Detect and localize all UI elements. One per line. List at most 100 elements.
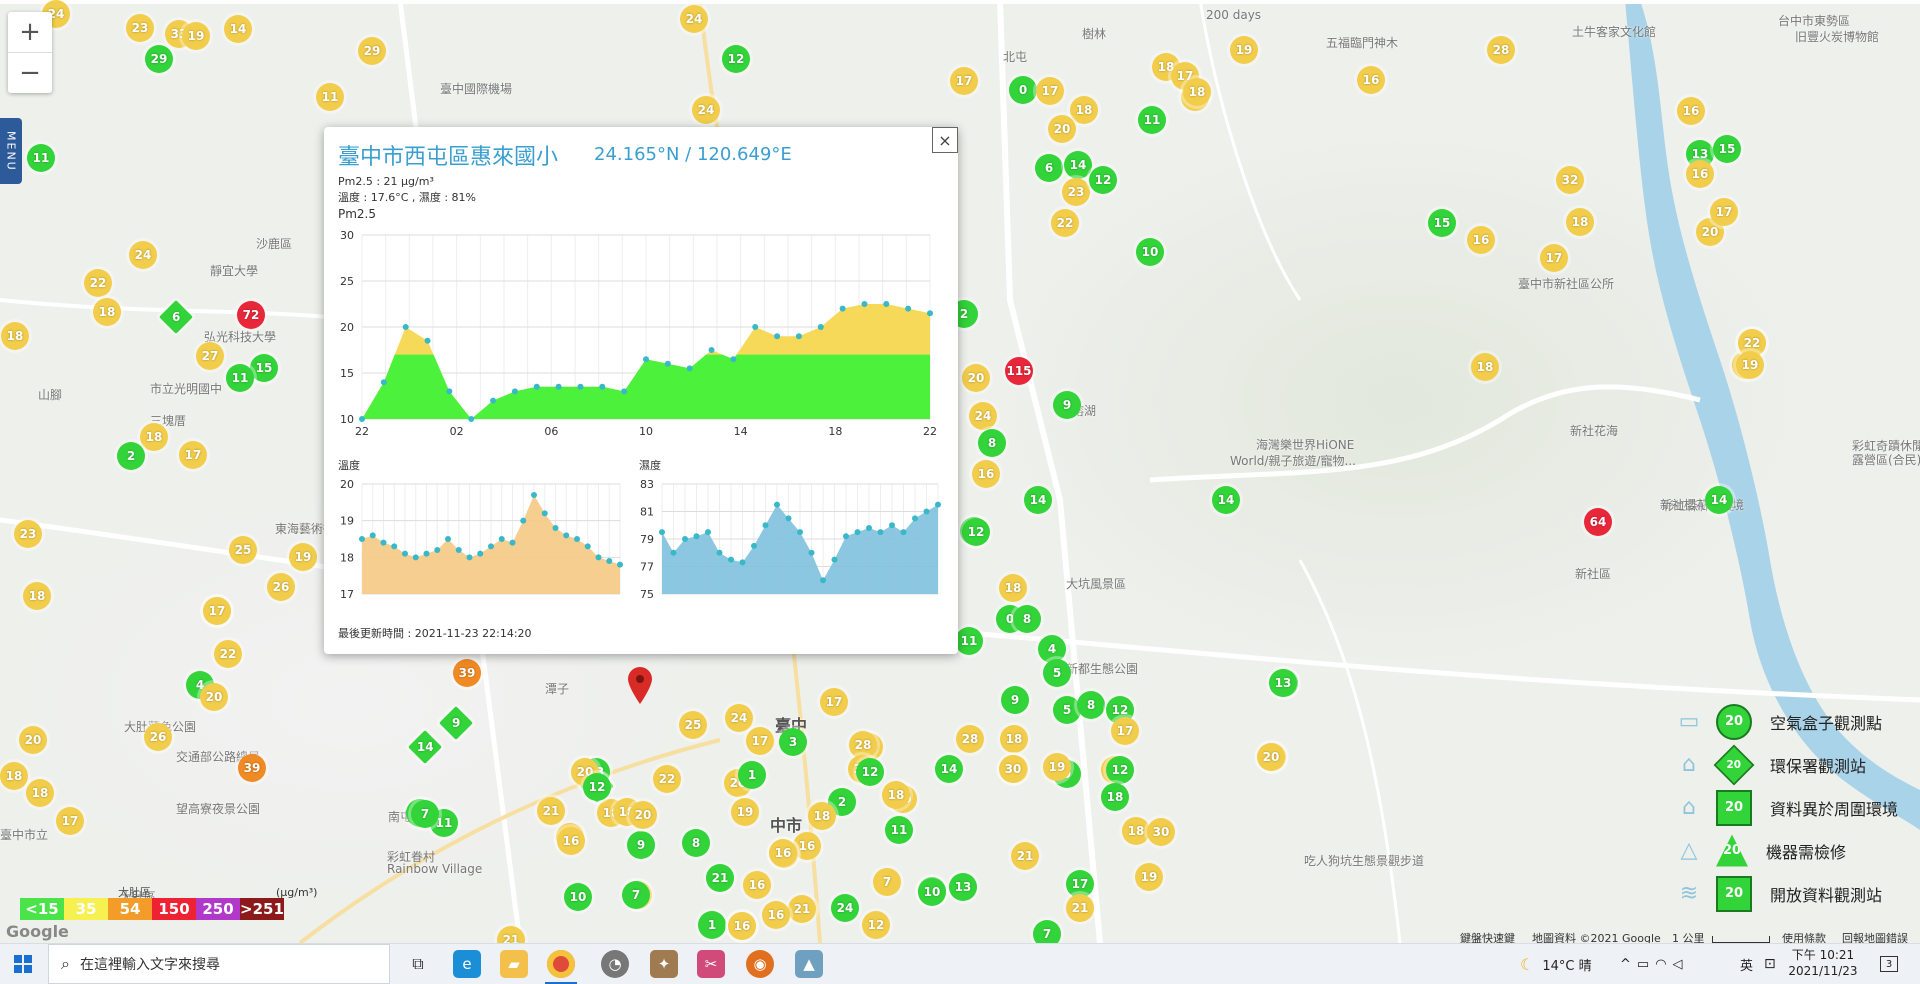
station-marker[interactable]: 26 bbox=[267, 573, 295, 601]
station-marker[interactable]: 16 bbox=[1677, 97, 1705, 125]
station-marker[interactable]: 8 bbox=[1077, 691, 1105, 719]
station-marker[interactable]: 24 bbox=[969, 402, 997, 430]
zoom-out-button[interactable]: − bbox=[8, 52, 52, 93]
station-marker[interactable]: 18 bbox=[1000, 725, 1028, 753]
station-marker[interactable]: 16 bbox=[762, 901, 790, 929]
station-marker[interactable]: 18 bbox=[26, 779, 54, 807]
station-marker[interactable]: 39 bbox=[238, 754, 266, 782]
station-marker[interactable]: 12 bbox=[856, 758, 884, 786]
station-marker[interactable]: 24 bbox=[680, 5, 708, 33]
station-marker[interactable]: 20 bbox=[1257, 743, 1285, 771]
station-marker[interactable]: 18 bbox=[1471, 353, 1499, 381]
station-marker[interactable]: 18 bbox=[140, 423, 168, 451]
station-marker[interactable]: 11 bbox=[27, 144, 55, 172]
app-icon-3[interactable]: ✂ bbox=[697, 950, 725, 978]
station-marker[interactable]: 11 bbox=[1138, 106, 1166, 134]
station-marker[interactable]: 24 bbox=[725, 704, 753, 732]
station-marker[interactable]: 23 bbox=[1062, 178, 1090, 206]
station-marker[interactable]: 29 bbox=[145, 45, 173, 73]
station-marker[interactable]: 14 bbox=[935, 755, 963, 783]
station-marker[interactable]: 2 bbox=[117, 442, 145, 470]
station-marker[interactable]: 8 bbox=[682, 829, 710, 857]
station-marker[interactable]: 32 bbox=[1556, 166, 1584, 194]
system-tray-icons[interactable]: ^ ▭ ◠ ◁ bbox=[1620, 944, 1689, 984]
station-marker[interactable]: 15 bbox=[1713, 135, 1741, 163]
file-explorer-icon[interactable]: ▰ bbox=[500, 950, 528, 978]
station-marker[interactable]: 17 bbox=[1540, 244, 1568, 272]
map-area[interactable]: 臺中國際機場沙鹿區靜宜大學弘光科技大學市立光明國中三塊厝山腳東海藝術街大肚區大肚… bbox=[0, 0, 1920, 943]
station-marker[interactable]: 9 bbox=[1001, 686, 1029, 714]
report-error-link[interactable]: 回報地圖錯誤 bbox=[1842, 930, 1908, 943]
station-marker[interactable]: 14 bbox=[1705, 486, 1733, 514]
station-marker[interactable]: 12 bbox=[1106, 756, 1134, 784]
station-marker[interactable]: 13 bbox=[1269, 669, 1297, 697]
station-marker[interactable]: 18 bbox=[1070, 96, 1098, 124]
station-marker[interactable]: 16 bbox=[1467, 226, 1495, 254]
station-marker[interactable]: 18 bbox=[1183, 78, 1211, 106]
station-marker[interactable]: 15 bbox=[1428, 209, 1456, 237]
station-marker[interactable]: 1 bbox=[738, 761, 766, 789]
station-marker[interactable]: 11 bbox=[316, 83, 344, 111]
station-marker[interactable]: 0 bbox=[1009, 76, 1037, 104]
station-marker[interactable]: 9 bbox=[1053, 391, 1081, 419]
ime-indicator[interactable]: 英 bbox=[1740, 944, 1753, 984]
station-marker[interactable]: 14 bbox=[1064, 151, 1092, 179]
menu-tab[interactable]: MENU bbox=[0, 118, 22, 184]
station-marker[interactable]: 3 bbox=[779, 728, 807, 756]
taskbar-clock[interactable]: 下午 10:21 2021/11/23 bbox=[1788, 947, 1858, 979]
station-marker[interactable]: 17 bbox=[950, 67, 978, 95]
station-marker[interactable]: 8 bbox=[978, 429, 1006, 457]
terms-link[interactable]: 使用條款 bbox=[1782, 930, 1826, 943]
app-icon-4[interactable]: ▲ bbox=[795, 950, 823, 978]
station-marker[interactable]: 6 bbox=[1035, 154, 1063, 182]
station-marker[interactable]: 8 bbox=[1013, 605, 1041, 633]
station-marker[interactable]: 17 bbox=[1036, 77, 1064, 105]
station-marker[interactable]: 10 bbox=[564, 883, 592, 911]
station-marker[interactable]: 29 bbox=[358, 37, 386, 65]
station-marker[interactable]: 14 bbox=[224, 15, 252, 43]
station-marker[interactable]: 21 bbox=[788, 895, 816, 923]
station-marker[interactable]: 7 bbox=[873, 868, 901, 896]
station-marker[interactable]: 13 bbox=[949, 873, 977, 901]
station-marker[interactable]: 21 bbox=[537, 797, 565, 825]
station-marker[interactable]: 18 bbox=[1122, 817, 1150, 845]
station-marker[interactable]: 20 bbox=[629, 801, 657, 829]
station-marker[interactable]: 18 bbox=[0, 762, 28, 790]
station-marker[interactable]: 10 bbox=[1136, 238, 1164, 266]
station-marker[interactable]: 7 bbox=[622, 881, 650, 909]
station-marker[interactable]: 24 bbox=[129, 241, 157, 269]
taskbar-search-box[interactable]: ⌕ 在這裡輸入文字來搜尋 bbox=[48, 944, 390, 984]
station-marker[interactable]: 12 bbox=[1089, 166, 1117, 194]
station-marker[interactable]: 19 bbox=[731, 798, 759, 826]
station-marker[interactable]: 18 bbox=[999, 574, 1027, 602]
station-marker[interactable]: 5 bbox=[1043, 659, 1071, 687]
station-marker[interactable]: 23 bbox=[126, 14, 154, 42]
station-marker[interactable]: 18 bbox=[808, 802, 836, 830]
station-marker[interactable]: 22 bbox=[214, 640, 242, 668]
station-marker[interactable]: 16 bbox=[769, 839, 797, 867]
station-marker[interactable]: 14 bbox=[1024, 486, 1052, 514]
station-marker[interactable]: 17 bbox=[746, 727, 774, 755]
station-marker[interactable]: 14 bbox=[1212, 486, 1240, 514]
station-marker[interactable]: 16 bbox=[743, 871, 771, 899]
edge-icon[interactable]: e bbox=[453, 950, 481, 978]
station-marker[interactable]: 9 bbox=[627, 831, 655, 859]
notification-button[interactable]: 3 bbox=[1880, 944, 1898, 984]
station-marker[interactable]: 22 bbox=[1051, 209, 1079, 237]
station-marker[interactable]: 72 bbox=[237, 301, 265, 329]
station-marker[interactable]: 17 bbox=[1710, 198, 1738, 226]
station-marker[interactable]: 10 bbox=[918, 878, 946, 906]
station-marker[interactable]: 19 bbox=[1230, 36, 1258, 64]
station-marker[interactable]: 20 bbox=[1048, 115, 1076, 143]
station-marker[interactable]: 17 bbox=[820, 688, 848, 716]
station-marker[interactable]: 26 bbox=[144, 723, 172, 751]
station-marker[interactable]: 20 bbox=[962, 364, 990, 392]
station-marker[interactable]: 19 bbox=[1736, 351, 1764, 379]
station-marker[interactable]: 28 bbox=[956, 725, 984, 753]
station-marker[interactable]: 21 bbox=[1066, 894, 1094, 922]
station-marker[interactable]: 21 bbox=[1011, 842, 1039, 870]
station-marker[interactable]: 12 bbox=[862, 911, 890, 939]
app-icon-2[interactable]: ✦ bbox=[650, 950, 678, 978]
station-marker[interactable]: 17 bbox=[179, 441, 207, 469]
station-marker[interactable]: 18 bbox=[1566, 208, 1594, 236]
